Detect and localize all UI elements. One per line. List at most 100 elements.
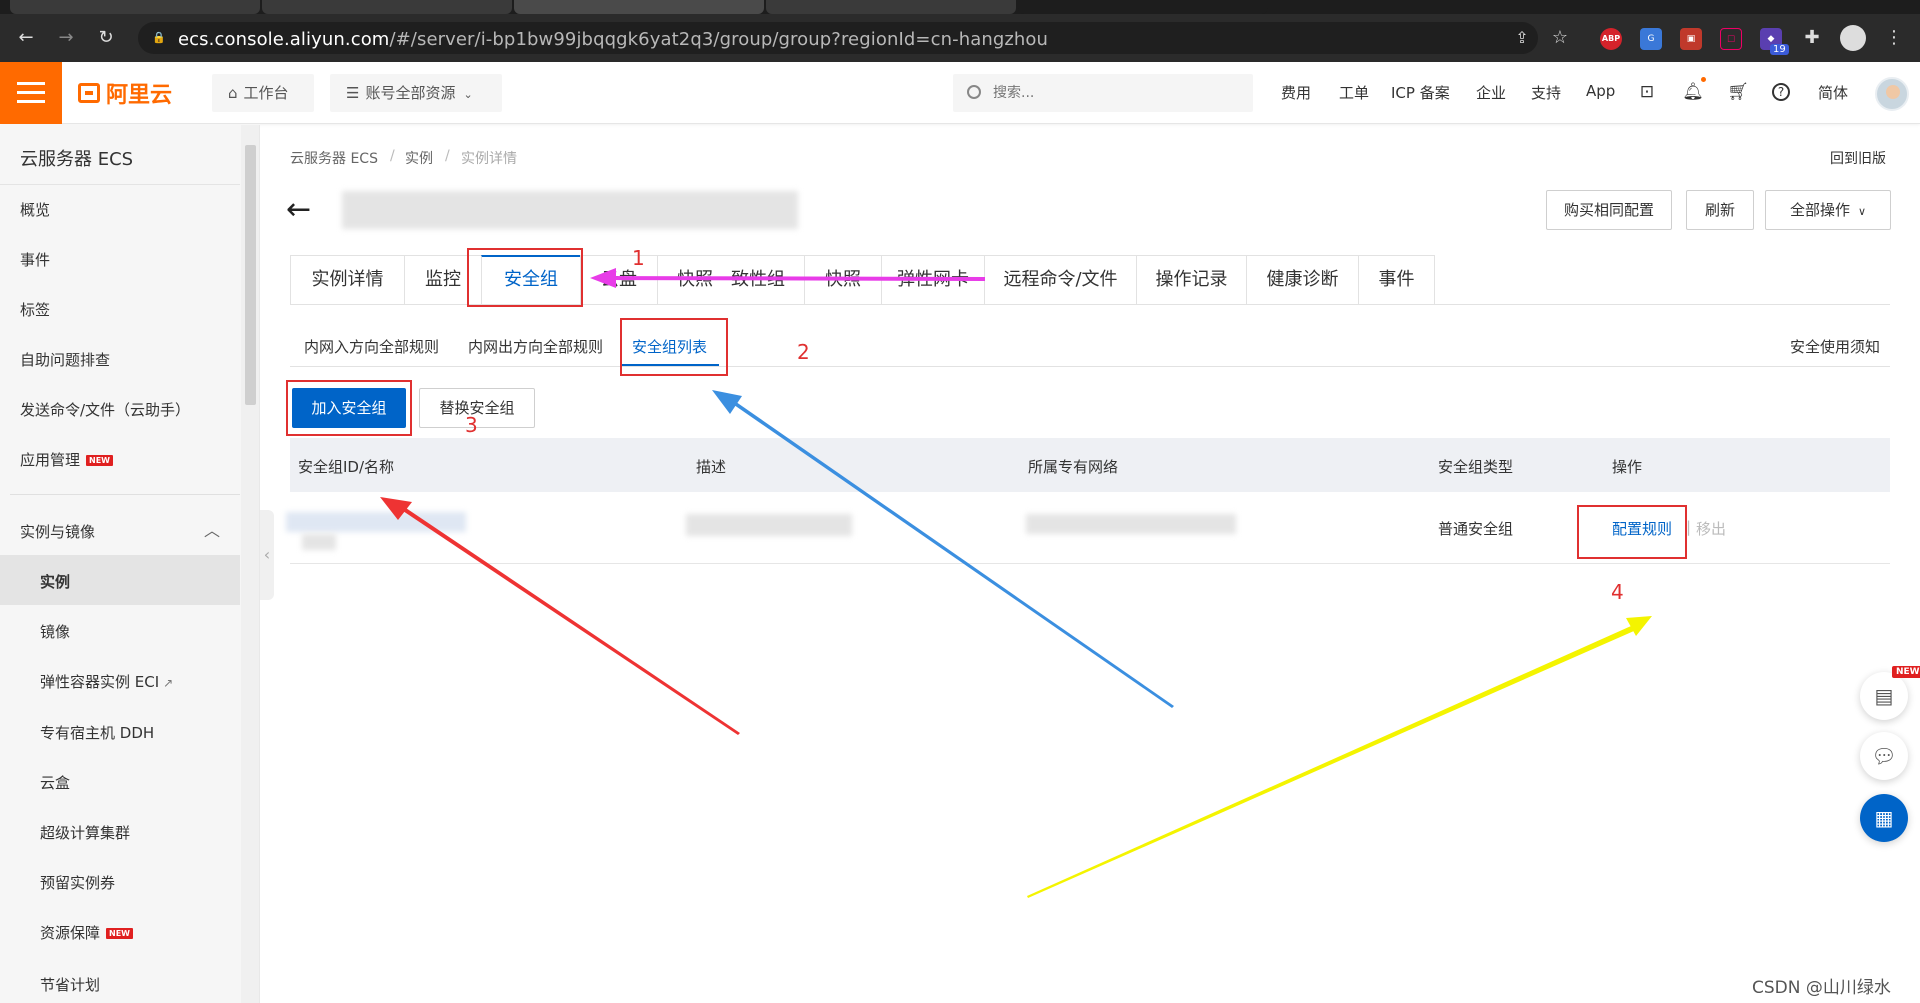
- apps-grid-icon[interactable]: ▦: [1860, 794, 1908, 842]
- security-group-type: 普通安全组: [1438, 520, 1514, 538]
- sidebar-item-tags[interactable]: 标签: [20, 299, 50, 320]
- breadcrumb-item[interactable]: 实例: [405, 148, 433, 168]
- sidebar-item-send-command[interactable]: 发送命令/文件（云助手）: [20, 399, 190, 420]
- sidebar-item-ddh[interactable]: 专有宿主机 DDH: [40, 722, 154, 743]
- divider: [10, 494, 240, 495]
- topbar-link-fees[interactable]: 费用: [1281, 82, 1311, 103]
- sidebar-item-resource-assurance[interactable]: 资源保障 NEW: [40, 922, 133, 943]
- browser-tab-active[interactable]: [514, 0, 764, 14]
- sidebar-title: 云服务器 ECS: [20, 149, 134, 170]
- extension-icon[interactable]: ▣: [1680, 28, 1702, 50]
- annotation-number: 2: [797, 340, 810, 364]
- extension-badge: 19: [1770, 44, 1789, 55]
- chat-icon[interactable]: 💬︎: [1860, 732, 1908, 780]
- sidebar-item-overview[interactable]: 概览: [20, 199, 50, 220]
- watermark: CSDN @山川绿水: [1752, 978, 1891, 998]
- user-avatar[interactable]: [1875, 77, 1909, 111]
- all-actions-button[interactable]: 全部操作 ∨: [1765, 190, 1891, 230]
- puzzle-icon[interactable]: ✚: [1800, 26, 1824, 50]
- sidebar-active-highlight: [0, 555, 240, 605]
- old-version-link[interactable]: 回到旧版: [1830, 148, 1886, 168]
- lock-icon: 🔒: [152, 31, 166, 44]
- annotation-box-4: [1577, 505, 1687, 559]
- security-group-name-redacted: [302, 534, 336, 550]
- subtab-outbound-rules[interactable]: 内网出方向全部规则: [468, 336, 603, 357]
- new-badge: NEW: [86, 455, 113, 466]
- sidebar-scrollbar[interactable]: [241, 125, 259, 1003]
- url-bar[interactable]: 🔒 ecs.console.aliyun.com/#/server/i-bp1b…: [138, 22, 1538, 54]
- sidebar-item-savings-plan[interactable]: 节省计划: [40, 974, 100, 995]
- aliyun-logo[interactable]: 阿里云: [78, 79, 172, 108]
- extension-icon[interactable]: ☐: [1720, 28, 1742, 50]
- sidebar-item-supercomputing[interactable]: 超级计算集群: [40, 822, 130, 843]
- sidebar-item-instances[interactable]: 实例: [40, 571, 70, 592]
- annotation-box-1: [467, 248, 583, 307]
- browser-tab[interactable]: [262, 0, 512, 14]
- browser-tab[interactable]: [766, 0, 1016, 14]
- sidebar-item-eci[interactable]: 弹性容器实例 ECI ↗: [40, 671, 173, 692]
- menu-icon[interactable]: [0, 62, 62, 124]
- sidebar-item-app-management[interactable]: 应用管理 NEW: [20, 449, 113, 470]
- refresh-button[interactable]: 刷新: [1686, 190, 1754, 230]
- tab-events[interactable]: 事件: [1358, 255, 1435, 305]
- subtab-inbound-rules[interactable]: 内网入方向全部规则: [304, 336, 439, 357]
- share-icon[interactable]: ⇪: [1510, 26, 1534, 50]
- browser-toolbar: ← → ↻ 🔒 ecs.console.aliyun.com/#/server/…: [0, 14, 1920, 62]
- tab-eni[interactable]: 弹性网卡: [881, 255, 984, 305]
- table-header: 安全组ID/名称 描述 所属专有网络 安全组类型 操作: [290, 438, 1890, 492]
- browser-tab[interactable]: [1018, 0, 1268, 14]
- back-icon[interactable]: ←: [14, 26, 38, 50]
- reload-icon[interactable]: ↻: [94, 26, 118, 50]
- language-switch[interactable]: 简体: [1818, 82, 1848, 103]
- annotation-number: 1: [632, 246, 645, 270]
- translate-extension-icon[interactable]: G: [1640, 28, 1662, 50]
- scrollbar-thumb[interactable]: [245, 145, 256, 405]
- profile-avatar[interactable]: [1840, 25, 1866, 51]
- breadcrumb-item[interactable]: 云服务器 ECS: [290, 148, 378, 168]
- column-header: 描述: [696, 458, 727, 476]
- chevron-down-icon: ⌄: [463, 88, 473, 101]
- cart-icon[interactable]: 🛒︎: [1727, 81, 1749, 103]
- sidebar-item-images[interactable]: 镜像: [40, 621, 70, 642]
- topbar-link-app[interactable]: App: [1586, 82, 1615, 100]
- sidebar-item-cloudbox[interactable]: 云盒: [40, 772, 70, 793]
- search-input[interactable]: [993, 82, 1233, 104]
- topbar-link-icp[interactable]: ICP 备案: [1391, 82, 1450, 103]
- adblock-extension-icon[interactable]: ABP: [1600, 28, 1622, 50]
- bell-icon[interactable]: 🔔︎: [1682, 81, 1704, 103]
- tab-operation-logs[interactable]: 操作记录: [1136, 255, 1246, 305]
- collapse-sidebar-handle[interactable]: ‹: [260, 510, 274, 600]
- tab-disks[interactable]: 云盘: [580, 255, 657, 305]
- chevron-up-icon[interactable]: ︿: [204, 517, 220, 541]
- topbar-link-tickets[interactable]: 工单: [1339, 82, 1369, 103]
- topbar-link-support[interactable]: 支持: [1531, 82, 1561, 103]
- star-icon[interactable]: ☆: [1548, 26, 1572, 50]
- tab-remote-commands[interactable]: 远程命令/文件: [984, 255, 1136, 305]
- browser-tab[interactable]: [10, 0, 260, 14]
- sidebar-item-events[interactable]: 事件: [20, 249, 50, 270]
- terminal-icon[interactable]: ⊡: [1636, 81, 1658, 103]
- sidebar-item-troubleshoot[interactable]: 自助问题排查: [20, 349, 110, 370]
- menu-kebab-icon[interactable]: ⋮: [1882, 26, 1906, 50]
- forward-icon[interactable]: →: [54, 26, 78, 50]
- tab-snapshots[interactable]: 快照: [804, 255, 881, 305]
- feedback-book-icon[interactable]: ▤: [1860, 672, 1908, 720]
- sidebar-group-instances-images[interactable]: 实例与镜像: [20, 521, 95, 542]
- tab-instance-details[interactable]: 实例详情: [290, 255, 404, 305]
- tab-health-diagnosis[interactable]: 健康诊断: [1246, 255, 1358, 305]
- remove-link[interactable]: 移出: [1696, 518, 1726, 539]
- security-group-id-redacted[interactable]: [286, 512, 466, 532]
- back-arrow-icon[interactable]: ←: [286, 195, 311, 225]
- browser-tab-strip: [0, 0, 1920, 14]
- vpc-redacted[interactable]: [1026, 514, 1236, 534]
- search-box[interactable]: [953, 74, 1253, 112]
- workbench-button[interactable]: ⌂ 工作台: [212, 74, 314, 112]
- sidebar-item-reserved-instances[interactable]: 预留实例券: [40, 872, 115, 893]
- description-redacted: [686, 514, 852, 536]
- buy-same-config-button[interactable]: 购买相同配置: [1546, 190, 1672, 230]
- security-notice-link[interactable]: 安全使用须知: [1790, 336, 1880, 357]
- resource-selector[interactable]: ☰ 账号全部资源 ⌄: [330, 74, 502, 112]
- tab-snapshot-consistency-group[interactable]: 快照一致性组: [657, 255, 804, 305]
- topbar-link-enterprise[interactable]: 企业: [1476, 82, 1506, 103]
- help-icon[interactable]: ?: [1772, 83, 1790, 101]
